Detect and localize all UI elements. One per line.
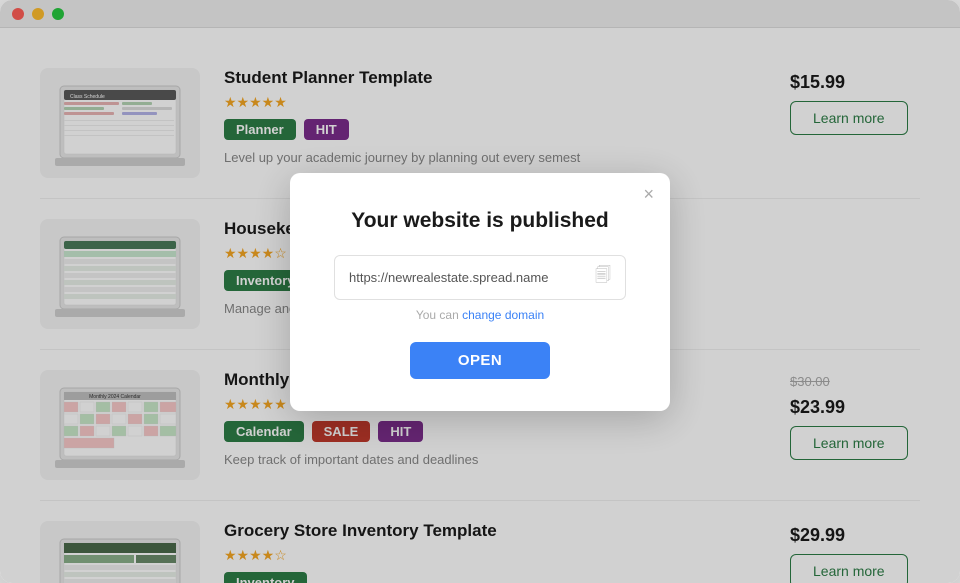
popup-url: https://newrealestate.spread.name xyxy=(349,270,587,285)
popup-title: Your website is published xyxy=(334,209,626,233)
published-popup: × Your website is published https://newr… xyxy=(290,173,670,411)
close-icon: × xyxy=(643,184,654,204)
popup-domain-hint: You can change domain xyxy=(334,308,626,322)
popup-close-button[interactable]: × xyxy=(643,185,654,203)
change-domain-link[interactable]: change domain xyxy=(462,308,544,322)
app-window: Class Schedule Student Planner Template★… xyxy=(0,0,960,583)
popup-overlay: × Your website is published https://newr… xyxy=(0,0,960,583)
domain-hint-text: You can xyxy=(416,308,459,322)
open-website-button[interactable]: OPEN xyxy=(410,342,550,379)
popup-url-row: https://newrealestate.spread.name 🗐 xyxy=(334,255,626,300)
copy-icon[interactable]: 🗐 xyxy=(595,264,611,291)
